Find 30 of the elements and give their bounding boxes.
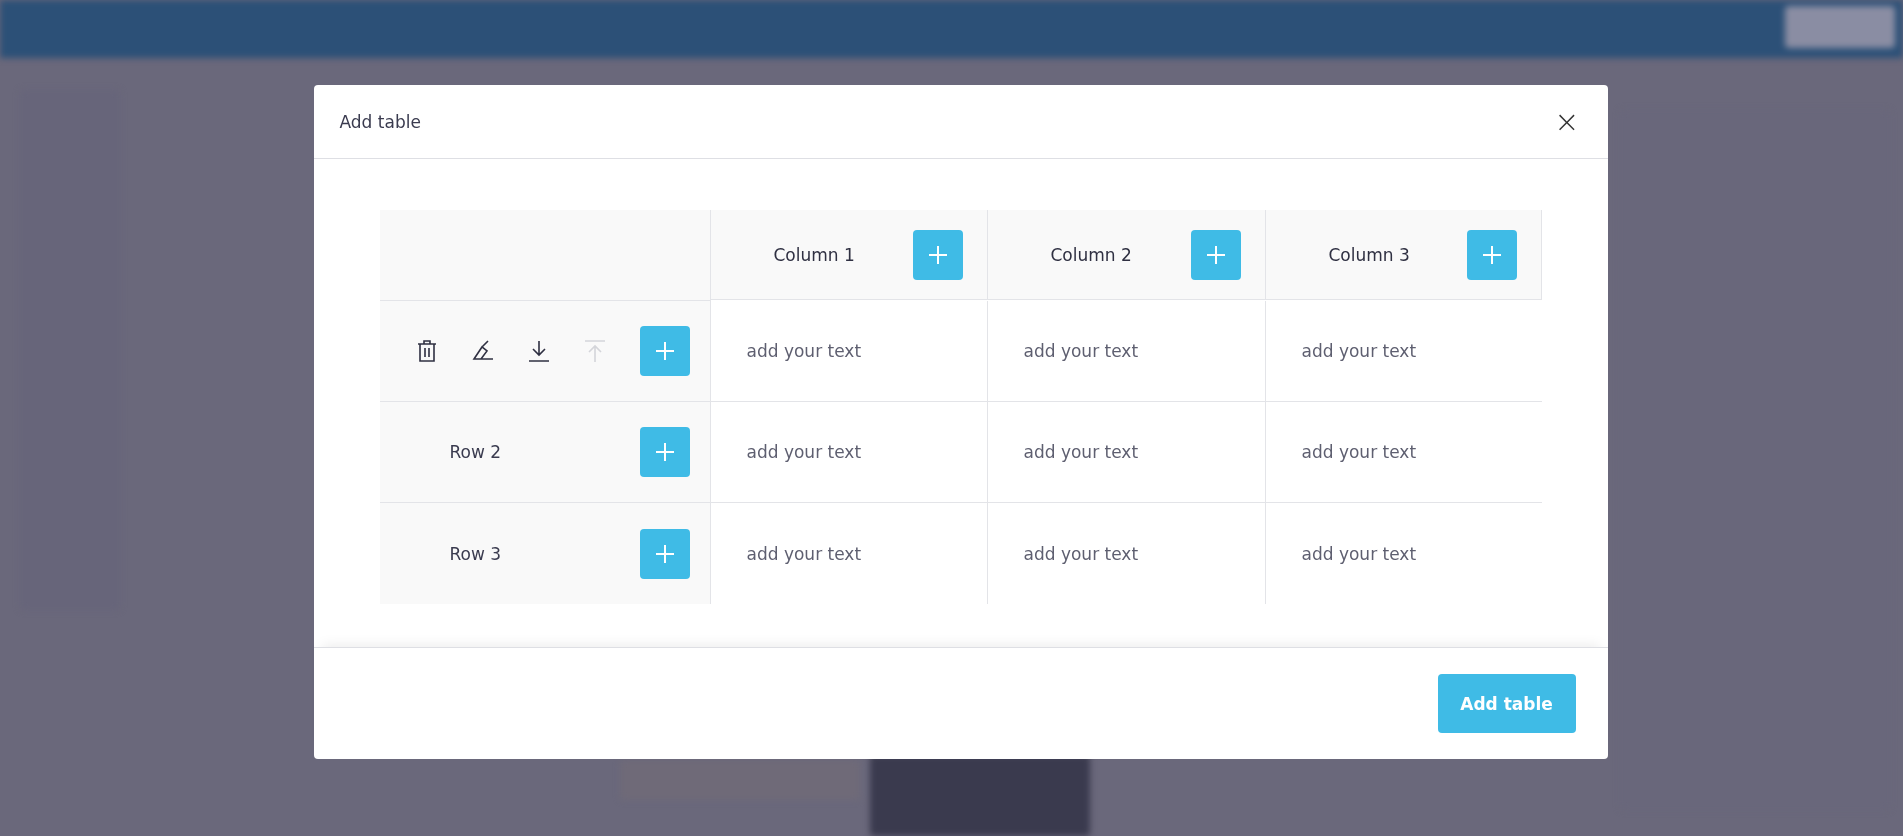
plus-icon: [1205, 244, 1226, 265]
plus-icon: [654, 341, 675, 361]
cell-input[interactable]: add your text: [1023, 438, 1247, 466]
add-row-button[interactable]: [639, 528, 690, 579]
cell-input[interactable]: add your text: [746, 337, 969, 365]
dialog-title: Add table: [339, 111, 421, 132]
add-column-button[interactable]: [1466, 229, 1517, 280]
arrow-up-icon: [582, 338, 607, 364]
cell-input[interactable]: add your text: [1023, 337, 1247, 365]
column-label: Column 3: [1328, 244, 1410, 265]
add-column-button[interactable]: [1190, 229, 1241, 280]
cell-input[interactable]: add your text: [746, 438, 969, 466]
cell-input[interactable]: add your text: [1301, 337, 1524, 365]
plus-icon: [654, 543, 675, 564]
cell-input[interactable]: add your text: [746, 539, 969, 568]
close-button[interactable]: ×: [1550, 106, 1584, 137]
cell-input[interactable]: add your text: [1301, 539, 1524, 568]
cell-input[interactable]: add your text: [1301, 438, 1524, 466]
plus-icon: [927, 244, 948, 265]
column-label: Column 1: [773, 244, 855, 265]
row-label: Row 2: [449, 442, 502, 462]
plus-icon: [1481, 244, 1502, 265]
column-label: Column 2: [1050, 244, 1132, 265]
add-column-button[interactable]: [912, 229, 963, 280]
arrow-down-icon: [526, 338, 551, 364]
plus-icon: [654, 442, 675, 462]
row-label: Row 3: [449, 543, 502, 564]
add-row-button[interactable]: [639, 427, 690, 477]
cell-input[interactable]: add your text: [1023, 539, 1247, 568]
add-row-button[interactable]: [639, 326, 690, 376]
